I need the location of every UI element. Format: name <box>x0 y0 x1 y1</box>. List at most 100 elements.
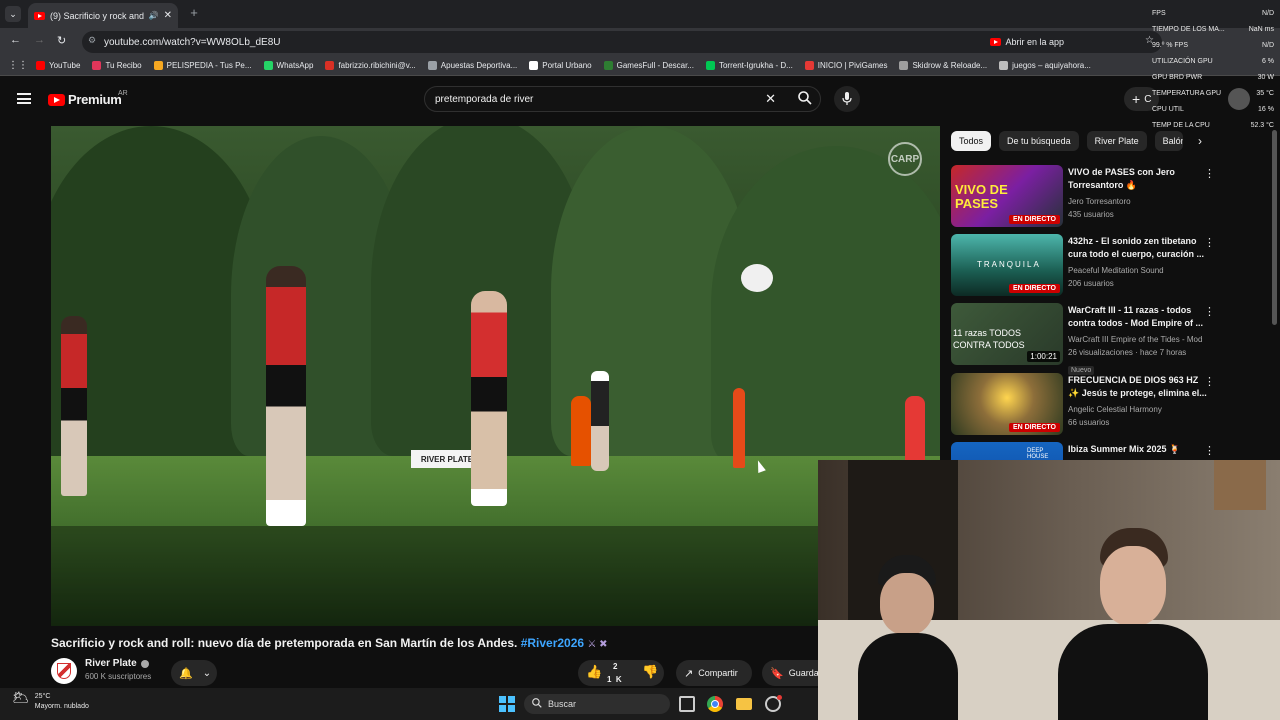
overlay-value: 52.3 °C <box>1250 121 1274 129</box>
bookmark-label: Tu Recibo <box>105 61 142 70</box>
bookmark-item[interactable]: Skidrow & Reloade... <box>899 61 987 70</box>
weather-widget[interactable]: 🌥 25°C Mayorm. nublado <box>12 689 89 712</box>
related-title[interactable]: FRECUENCIA DE DIOS 963 HZ ✨ Jesús te pro… <box>1068 374 1208 400</box>
video-thumbnail[interactable]: DEEP HOUSE <box>951 442 1063 460</box>
clear-search-icon[interactable]: ✕ <box>765 91 776 107</box>
scrollbar[interactable] <box>1272 130 1277 325</box>
bookmark-item[interactable]: Tu Recibo <box>92 61 142 70</box>
voice-search-button[interactable] <box>834 86 860 112</box>
related-video-item[interactable]: VIVO DE PASES EN DIRECTO VIVO de PASES c… <box>951 165 1221 227</box>
search-box[interactable]: pretemporada de river ✕ <box>424 86 821 112</box>
bookmark-item[interactable]: Torrent-Igrukha - D... <box>705 61 793 70</box>
webcam-overlay <box>818 460 1280 720</box>
chrome-taskbar-icon[interactable] <box>707 696 723 712</box>
performance-overlay: FPS N/D TIEMPO DE LOS MA... NaN ms 99.º % … <box>1152 5 1274 133</box>
related-channel[interactable]: WarCraft III Empire of the Tides - Mod <box>1068 333 1208 346</box>
address-bar[interactable]: ⚙ youtube.com/watch?v=WW8OLb_dE8U Abrir … <box>82 31 1162 53</box>
bookmark-item[interactable]: Portal Urbano <box>529 61 592 70</box>
chips-next-icon[interactable]: › <box>1198 134 1202 148</box>
windows-start-icon[interactable] <box>499 696 515 712</box>
more-options-icon[interactable]: ⋮ <box>1204 444 1215 457</box>
browser-tab-active[interactable]: (9) Sacrificio y rock and r 🔊 ✕ <box>28 3 178 28</box>
related-video-item[interactable]: TRANQUILA EN DIRECTO 432hz - El sonido z… <box>951 234 1221 296</box>
bookmark-item[interactable]: YouTube <box>36 61 80 70</box>
bookmark-item[interactable]: GamesFull - Descar... <box>603 61 694 70</box>
search-input[interactable]: pretemporada de river <box>435 94 533 105</box>
bookmark-item[interactable]: PELISPEDIA - Tus Pe... <box>153 61 252 70</box>
more-options-icon[interactable]: ⋮ <box>1204 305 1215 318</box>
related-views: 26 visualizaciones · hace 7 horas <box>1068 348 1187 357</box>
bookmark-label: juegos – aquiyahora... <box>1012 61 1091 70</box>
related-title[interactable]: 432hz - El sonido zen tibetano cura todo… <box>1068 235 1208 261</box>
video-shadow <box>51 526 940 626</box>
back-icon[interactable]: ← <box>10 34 21 46</box>
open-in-app-button[interactable]: Abrir en la app <box>990 34 1064 50</box>
training-cone <box>905 396 925 464</box>
tab-search-button[interactable]: ⌄ <box>5 6 21 22</box>
chip-todos[interactable]: Todos <box>951 131 992 151</box>
task-view-icon[interactable] <box>679 696 695 712</box>
video-thumbnail[interactable]: 11 razas TODOS CONTRA TODOS 1:00:21 <box>951 303 1063 365</box>
hashtag-link[interactable]: #River2026 <box>521 636 584 650</box>
more-options-icon[interactable]: ⋮ <box>1204 375 1215 388</box>
video-thumbnail[interactable]: TRANQUILA EN DIRECTO <box>951 234 1063 296</box>
video-player[interactable]: RIVER PLATE CARP <box>51 126 940 626</box>
app-taskbar-icon[interactable] <box>765 695 782 712</box>
new-tab-button[interactable]: + <box>186 5 202 21</box>
weather-condition: Mayorm. nublado <box>34 703 89 710</box>
related-channel[interactable]: Jero Torresantoro <box>1068 195 1208 208</box>
channel-name[interactable]: River Plate <box>85 658 137 669</box>
river-plate-watermark-icon: CARP <box>888 142 922 176</box>
search-icon[interactable] <box>798 91 812 105</box>
bookmark-item[interactable]: WhatsApp <box>263 61 313 70</box>
related-video-item[interactable]: DEEP HOUSE Ibiza Summer Mix 2025 🍹 ⋮ <box>951 442 1221 460</box>
forward-icon[interactable]: → <box>34 34 45 46</box>
chip-balon[interactable]: Balón <box>1154 131 1183 151</box>
tab-close-icon[interactable]: ✕ <box>164 10 172 21</box>
dislike-button[interactable]: 👎 <box>642 664 658 680</box>
bookmark-favicon-icon <box>999 61 1009 70</box>
apps-grid-icon[interactable]: ⋮⋮ <box>8 60 28 71</box>
reload-icon[interactable]: ↻ <box>57 34 66 47</box>
bookmark-item[interactable]: juegos – aquiyahora... <box>999 61 1091 70</box>
browser-tab-strip: ⌄ (9) Sacrificio y rock and r 🔊 ✕ + <box>0 0 1280 28</box>
chip-river-plate[interactable]: River Plate <box>1086 131 1147 151</box>
taskbar-search[interactable]: Buscar <box>524 694 670 714</box>
overlay-label: 99.º % FPS <box>1152 41 1189 49</box>
notification-bell-button[interactable]: 🔔 ⌄ <box>171 660 217 686</box>
taskbar-search-label: Buscar <box>548 699 577 709</box>
bookmark-item[interactable]: fabrizzio.ribichini@v... <box>325 61 416 70</box>
chip-de-tu-busqueda[interactable]: De tu búsqueda <box>999 131 1079 151</box>
bookmark-item[interactable]: Apuestas Deportiva... <box>427 61 517 70</box>
video-thumbnail[interactable]: EN DIRECTO <box>951 373 1063 435</box>
related-channel[interactable]: Angelic Celestial Harmony <box>1068 403 1208 416</box>
menu-hamburger-icon[interactable] <box>17 93 31 104</box>
video-player-figure <box>591 371 609 471</box>
weather-icon: 🌥 <box>12 689 30 705</box>
bookmark-label: YouTube <box>49 61 81 70</box>
video-thumbnail[interactable]: VIVO DE PASES EN DIRECTO <box>951 165 1063 227</box>
related-title[interactable]: WarCraft III - 11 razas - todos contra t… <box>1068 304 1208 330</box>
speaker-icon[interactable]: 🔊 <box>149 11 159 20</box>
related-channel[interactable]: Peaceful Meditation Sound <box>1068 264 1208 277</box>
youtube-premium-logo[interactable]: Premium <box>48 92 122 107</box>
bookmark-item[interactable]: INICIO | PiviGames <box>804 61 887 70</box>
file-explorer-icon[interactable] <box>736 698 752 710</box>
related-video-item[interactable]: EN DIRECTO FRECUENCIA DE DIOS 963 HZ ✨ J… <box>951 373 1221 435</box>
like-button[interactable]: 👍 <box>586 664 602 680</box>
overlay-value: N/D <box>1261 41 1274 49</box>
microphone-icon <box>842 92 852 105</box>
bookmark-label: Portal Urbano <box>542 61 592 70</box>
site-info-icon[interactable]: ⚙ <box>88 35 96 46</box>
related-title[interactable]: Ibiza Summer Mix 2025 🍹 <box>1068 443 1208 456</box>
channel-avatar[interactable] <box>51 658 77 684</box>
more-options-icon[interactable]: ⋮ <box>1204 236 1215 249</box>
related-title[interactable]: VIVO de PASES con Jero Torresantoro 🔥 <box>1068 166 1208 192</box>
river-plate-crest-icon <box>57 663 71 679</box>
url-text: youtube.com/watch?v=WW8OLb_dE8U <box>104 36 281 48</box>
thumbnail-text: VIVO DE PASES <box>955 182 1008 211</box>
more-options-icon[interactable]: ⋮ <box>1204 167 1215 180</box>
related-video-item[interactable]: 11 razas TODOS CONTRA TODOS 1:00:21 WarC… <box>951 303 1221 375</box>
overlay-value: 35 °C <box>1256 89 1274 97</box>
share-button[interactable]: ↗ Compartir <box>676 660 752 686</box>
